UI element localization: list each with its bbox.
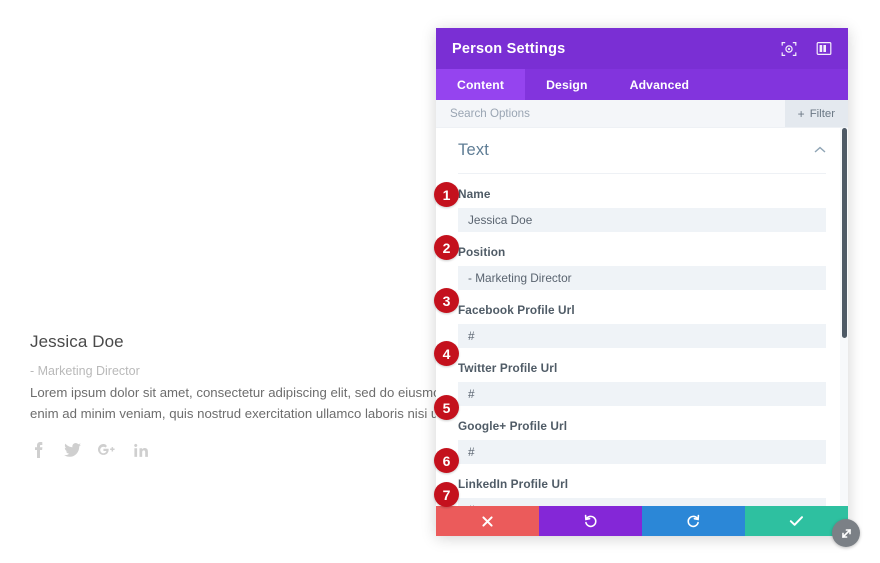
preview-person-position: - Marketing Director (30, 364, 140, 378)
collapse-chevron-up-icon[interactable] (814, 145, 826, 157)
filter-button-label: Filter (809, 107, 835, 120)
x-icon (482, 515, 493, 527)
preview-social-links (30, 441, 450, 459)
annotation-badge-5: 5 (434, 395, 459, 420)
filter-button[interactable]: + Filter (784, 100, 848, 127)
input-google-plus-url[interactable] (458, 440, 826, 464)
panel-scrollbar-track[interactable] (840, 128, 848, 506)
panel-action-bar (436, 506, 848, 536)
redo-icon (687, 514, 700, 527)
facebook-icon[interactable] (30, 441, 47, 459)
linkedin-icon[interactable] (132, 441, 149, 459)
plus-icon: + (797, 106, 805, 121)
input-name[interactable] (458, 208, 826, 232)
input-twitter-url[interactable] (458, 382, 826, 406)
preview-description-line-2: enim ad minim veniam, quis nostrud exerc… (30, 406, 460, 421)
preview-person-description: Lorem ipsum dolor sit amet, consectetur … (30, 382, 460, 424)
annotation-badge-3: 3 (434, 288, 459, 313)
field-label-linkedin-url: LinkedIn Profile Url (458, 477, 569, 491)
field-name: Name (458, 174, 826, 232)
screen: Jessica Doe - Marketing Director Lorem i… (0, 0, 880, 563)
tab-advanced[interactable]: Advanced (609, 69, 710, 100)
annotation-badge-6: 6 (434, 448, 459, 473)
google-plus-icon[interactable] (98, 441, 115, 459)
focus-target-icon[interactable] (781, 41, 797, 57)
preview-description-line-1: Lorem ipsum dolor sit amet, consectetur … (30, 385, 460, 400)
tab-design[interactable]: Design (525, 69, 609, 100)
panel-tabs: Content Design Advanced (436, 69, 848, 100)
field-label-name: Name (458, 187, 491, 201)
resize-diagonal-icon (841, 528, 851, 538)
close-button[interactable] (436, 506, 539, 536)
redo-button[interactable] (642, 506, 745, 536)
section-header-text[interactable]: Text (458, 128, 826, 174)
person-module-preview: Jessica Doe - Marketing Director Lorem i… (30, 330, 460, 459)
field-label-twitter-url: Twitter Profile Url (458, 361, 558, 375)
field-facebook-url: Facebook Profile Url (458, 290, 826, 348)
field-label-facebook-url: Facebook Profile Url (458, 303, 575, 317)
field-label-google-plus-url: Google+ Profile Url (458, 419, 568, 433)
panel-scrollbar-thumb[interactable] (842, 128, 847, 338)
annotation-badge-7: 7 (434, 482, 459, 507)
tab-content[interactable]: Content (436, 69, 526, 100)
annotation-badge-1: 1 (434, 182, 459, 207)
undo-button[interactable] (539, 506, 642, 536)
person-settings-panel: Person Settings Content Design Advanced … (436, 28, 848, 536)
preview-person-name: Jessica Doe (30, 332, 124, 351)
field-linkedin-url: LinkedIn Profile Url (458, 464, 826, 506)
field-google-plus-url: Google+ Profile Url (458, 406, 826, 464)
check-icon (789, 516, 803, 526)
resize-handle[interactable] (832, 519, 860, 547)
input-linkedin-url[interactable] (458, 498, 826, 506)
search-input[interactable] (436, 100, 785, 127)
panel-header-icons (781, 41, 832, 57)
field-twitter-url: Twitter Profile Url (458, 348, 826, 406)
layout-columns-icon[interactable] (816, 41, 832, 57)
panel-title: Person Settings (452, 40, 566, 57)
section-title: Text (458, 141, 490, 159)
panel-header: Person Settings (436, 28, 848, 69)
input-position[interactable] (458, 266, 826, 290)
field-position: Position (458, 232, 826, 290)
input-facebook-url[interactable] (458, 324, 826, 348)
search-bar: + Filter (436, 100, 848, 128)
annotation-badge-4: 4 (434, 341, 459, 366)
panel-body: Text Name Position Facebook Profile Url (436, 128, 848, 506)
undo-icon (584, 514, 597, 527)
annotation-badge-2: 2 (434, 235, 459, 260)
field-label-position: Position (458, 245, 506, 259)
twitter-icon[interactable] (64, 441, 81, 459)
